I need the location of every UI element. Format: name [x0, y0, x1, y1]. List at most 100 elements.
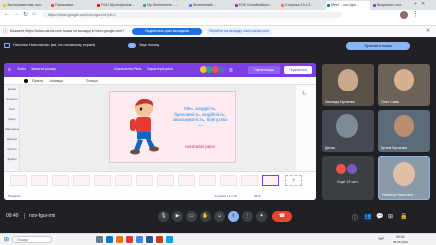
slide-thumbnail[interactable] [220, 175, 237, 186]
rail-item-text[interactable]: Текст [5, 108, 19, 111]
close-window-icon[interactable]: ✕ [421, 1, 425, 7]
color-swatch[interactable] [24, 79, 28, 83]
rail-item-projects[interactable]: Проекти [5, 148, 19, 151]
store-icon[interactable] [166, 236, 173, 243]
add-slide-icon[interactable]: + [285, 175, 302, 186]
current-slide[interactable]: Лінь, заздрість, брехливість, жадібність… [109, 91, 236, 163]
position-button[interactable]: Позиція [86, 79, 98, 83]
slide-thumbnail[interactable] [178, 175, 195, 186]
slide-thumbnail[interactable] [31, 175, 48, 186]
share-this-tab-button[interactable]: Поділитися цією вкладкою [132, 28, 202, 35]
new-tab-icon[interactable]: + [414, 1, 417, 7]
browser-tab[interactable]: Визуалист пол... [372, 1, 412, 10]
notes-button[interactable]: Примітки [8, 194, 21, 198]
collaborator-avatar[interactable] [218, 66, 225, 73]
switch-to-tab-button[interactable]: Перейти на вкладку www.canva.com [206, 28, 272, 35]
participant-name: Наталья Николаєн... [382, 193, 417, 197]
reload-icon[interactable]: ↻ [23, 11, 28, 18]
document-title[interactable]: Characterни Регіс... [114, 67, 142, 71]
slide-thumbnail[interactable] [157, 175, 174, 186]
microphone-icon[interactable]: 🎙 [158, 211, 169, 222]
rail-item-apps[interactable]: Додатки [5, 158, 19, 161]
back-icon[interactable]: ← [4, 11, 10, 17]
tab-favicon [51, 4, 54, 7]
slide-thumbnail[interactable] [241, 175, 258, 186]
participant-video [336, 114, 358, 138]
slide-thumbnail[interactable] [73, 175, 90, 186]
end-call-button[interactable]: ☎ [272, 211, 292, 222]
browser-tab[interactable]: Сторінка 19 з 2... [280, 1, 324, 10]
slide-thumbnail[interactable] [136, 175, 153, 186]
language-indicator[interactable]: УКР [378, 237, 384, 241]
forward-icon[interactable]: → [13, 11, 19, 17]
file-menu[interactable]: Файл [17, 67, 26, 71]
browser-tab[interactable]: Экспериментам, вос... [2, 1, 48, 10]
slide-thumbnail[interactable] [199, 175, 216, 186]
stop-presenting-button[interactable]: Зупинити показ [346, 42, 410, 50]
resize-menu[interactable]: Змінити розмір [31, 67, 56, 71]
captions-icon[interactable]: ▭ [186, 211, 197, 222]
participant-tile[interactable]: Олег Сава [378, 64, 430, 106]
share-button[interactable]: Поділитися [284, 66, 312, 74]
browser-tab[interactable]: ЕЛК ОнлайнШкол... [234, 1, 278, 10]
self-tile[interactable]: Наталья Николаєн... [378, 156, 430, 200]
reactions-icon[interactable]: ☺ [214, 211, 225, 222]
zoom-level[interactable]: 38 % [254, 194, 261, 198]
taskbar-date[interactable]: 05.05.2023 [393, 240, 408, 244]
rail-item-uploads[interactable]: Завантаження [5, 128, 19, 131]
taskbar-search[interactable]: Пошук [12, 236, 52, 243]
participant-tile[interactable]: Денис [322, 110, 374, 152]
home-icon[interactable]: ⌂ [32, 11, 36, 17]
url-field[interactable]: https://meet.google.com/nov-fgui-rmi?pli… [42, 12, 342, 18]
slide-thumbnail[interactable] [52, 175, 69, 186]
taskbar-clock[interactable]: 09:40 [396, 235, 405, 239]
profile-avatar[interactable] [400, 11, 408, 19]
browser-tab[interactable]: Жизненный ... [188, 1, 232, 10]
rail-item-draw[interactable]: Малюнок [5, 138, 19, 141]
more-options-icon[interactable]: ⋮ [242, 211, 253, 222]
animation-button[interactable]: Анімація [50, 79, 63, 83]
firefox-icon[interactable] [116, 236, 123, 243]
opera-icon[interactable] [126, 236, 133, 243]
slide-thumbnail[interactable] [94, 175, 111, 186]
browser-tab-active[interactable]: Meet – nov-fgui... [326, 1, 370, 10]
present-screen-icon[interactable]: ⇧ [228, 211, 239, 222]
info-icon[interactable]: ⓘ [352, 213, 358, 222]
menu-icon[interactable]: ≡ [8, 67, 11, 73]
tab-favicon [3, 4, 6, 7]
canva-side-rail: Дизайн Елементи Текст Бренд Завантаження… [4, 85, 20, 171]
file-explorer-icon[interactable] [96, 236, 103, 243]
powerpoint-icon[interactable] [156, 236, 163, 243]
people-icon[interactable]: 👥 [364, 213, 371, 220]
meet-control-bar: 09:40 nov-fgui-rmi 🎙 ▶ ▭ ✋ ☺ ⇧ ⋮ ✦ ☎ ⓘ 👥… [0, 205, 436, 231]
slide-thumbnail-current[interactable] [262, 175, 279, 186]
camera-icon[interactable]: ▶ [172, 211, 183, 222]
activities-icon[interactable]: ⊞ [388, 213, 393, 220]
slide-thumbnail[interactable] [10, 175, 27, 186]
chart-icon[interactable]: ▥ [229, 67, 233, 72]
start-icon[interactable]: ⊞ [4, 236, 9, 243]
present-button[interactable]: Презентація [248, 66, 280, 74]
menu-icon[interactable]: ⋮ [412, 10, 419, 18]
browser-tab[interactable]: My Worksheets - ... [142, 1, 186, 10]
lock-icon[interactable]: 🔒 [400, 213, 407, 220]
close-icon[interactable]: ✕ [426, 28, 430, 34]
refresh-icon[interactable]: ↻ [302, 91, 306, 97]
rail-item-brand[interactable]: Бренд [5, 118, 19, 121]
raise-hand-icon[interactable]: ✋ [200, 211, 211, 222]
chrome-icon[interactable] [136, 236, 143, 243]
effects-button[interactable]: Ефекти [32, 79, 43, 83]
participant-tile[interactable]: Зинаида Бугаенко [322, 64, 374, 106]
word-icon[interactable] [146, 236, 153, 243]
effects-icon[interactable]: ✦ [256, 211, 267, 222]
more-participants-tile[interactable]: Ещё 13 чел. [322, 156, 374, 200]
rail-item-design[interactable]: Дизайн [5, 88, 19, 91]
slide-thumbnail[interactable] [115, 175, 132, 186]
rail-item-elements[interactable]: Елементи [5, 98, 19, 101]
browser-tab[interactable]: ПСИ Мультфильм... [96, 1, 140, 10]
chat-icon[interactable]: 💬 [376, 213, 383, 220]
participant-tile[interactable]: Артем Бугаенко [378, 110, 430, 152]
edge-icon[interactable] [106, 236, 113, 243]
sound-toggle[interactable] [128, 43, 136, 48]
browser-tab[interactable]: Поисковые... [50, 1, 94, 10]
